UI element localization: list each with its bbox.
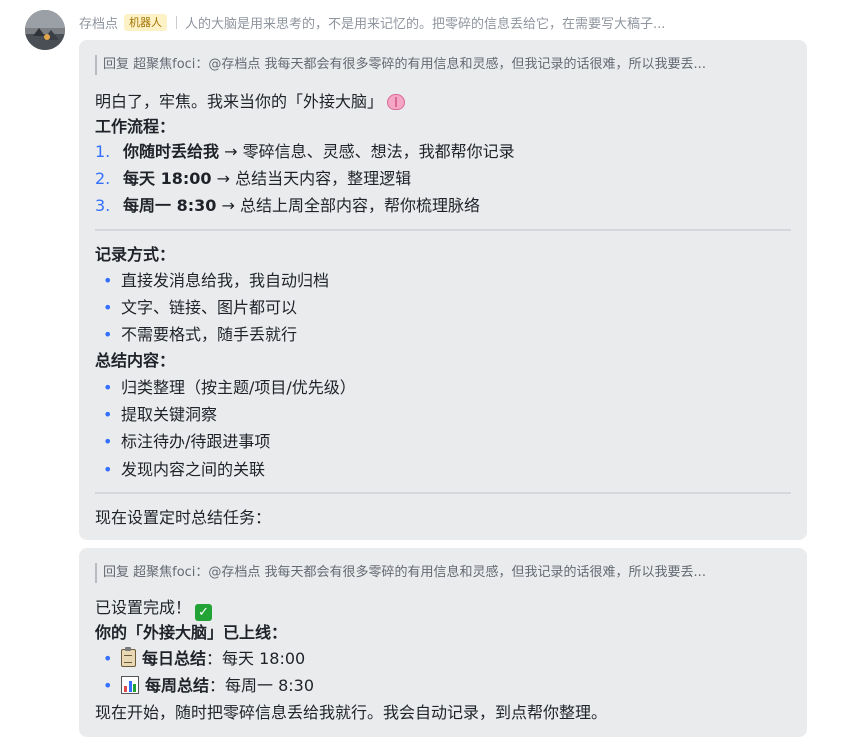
- record-item: • 不需要格式，随手丢就行: [95, 323, 791, 347]
- record-item: • 文字、链接、图片都可以: [95, 296, 791, 320]
- bullet: •: [103, 298, 113, 317]
- done-text: 已设置完成！: [95, 598, 192, 617]
- bullet: •: [103, 325, 113, 344]
- message-preview[interactable]: 人的大脑是用来思考的，不是用来记忆的。把零碎的信息丢给它，在需要写大稿子...: [185, 13, 665, 32]
- bullet: •: [103, 378, 113, 397]
- message-bubble-1[interactable]: 回复 超聚焦foci：@存档点 我每天都会有很多零碎的有用信息和灵感，但我记录的…: [79, 40, 807, 540]
- record-text: 文字、链接、图片都可以: [121, 298, 298, 317]
- bar-chart-icon: [121, 676, 139, 694]
- record-text: 直接发消息给我，我自动归档: [121, 271, 330, 290]
- bullet: •: [103, 432, 113, 451]
- summary-item: • 提取关键洞察: [95, 403, 791, 427]
- schedule-text: ：每天 18:00: [206, 649, 306, 668]
- bullet: •: [103, 405, 113, 424]
- bullet: •: [103, 271, 113, 290]
- summary-text: 标注待办/待跟进事项: [121, 432, 271, 451]
- workflow-title: 工作流程：: [95, 117, 176, 136]
- workflow-bold: 每天 18:00: [123, 169, 212, 188]
- closing-text: 现在开始，随时把零碎信息丢给我就行。我会自动记录，到点帮你整理。: [95, 703, 608, 722]
- workflow-item: 1. 你随时丢给我 → 零碎信息、灵感、想法，我都帮你记录: [95, 140, 791, 164]
- workflow-text: → 总结当天内容，整理逻辑: [211, 169, 412, 188]
- list-number: 2.: [95, 169, 111, 188]
- bot-badge: 机器人: [124, 13, 168, 31]
- schedule-item: • 每日总结：每天 18:00: [95, 647, 791, 671]
- workflow-text: → 零碎信息、灵感、想法，我都帮你记录: [219, 142, 515, 161]
- workflow-bold: 每周一 8:30: [123, 196, 217, 215]
- list-number: 1.: [95, 142, 111, 161]
- summary-text: 提取关键洞察: [121, 405, 218, 424]
- workflow-item: 3. 每周一 8:30 → 总结上周全部内容，帮你梳理脉络: [95, 194, 791, 218]
- check-icon: ✓: [195, 604, 213, 621]
- bubble-footer: 现在设置定时总结任务：: [95, 508, 272, 527]
- avatar[interactable]: [25, 10, 65, 50]
- schedule-item: • 每周总结：每周一 8:30: [95, 674, 791, 698]
- done-line: 已设置完成！ ✓: [95, 596, 791, 621]
- workflow-text: → 总结上周全部内容，帮你梳理脉络: [216, 196, 480, 215]
- reply-quote[interactable]: 回复 超聚焦foci：@存档点 我每天都会有很多零碎的有用信息和灵感，但我记录的…: [95, 563, 791, 583]
- schedule-bold: 每日总结: [142, 649, 207, 668]
- schedule-text: ：每周一 8:30: [209, 676, 315, 695]
- message-bubble-2[interactable]: 回复 超聚焦foci：@存档点 我每天都会有很多零碎的有用信息和灵感，但我记录的…: [79, 548, 807, 737]
- bullet: •: [103, 649, 113, 668]
- summary-item: • 发现内容之间的关联: [95, 458, 791, 482]
- intro-line: 明白了，牢焦。我来当你的「外接大脑」: [95, 90, 791, 114]
- intro-text: 明白了，牢焦。我来当你的「外接大脑」: [95, 92, 384, 111]
- record-text: 不需要格式，随手丢就行: [121, 325, 298, 344]
- clipboard-icon: [121, 647, 136, 667]
- section-divider: [95, 229, 791, 231]
- summary-item: • 归类整理（按主题/项目/优先级）: [95, 376, 791, 400]
- record-item: • 直接发消息给我，我自动归档: [95, 269, 791, 293]
- summary-text: 发现内容之间的关联: [121, 460, 266, 479]
- list-number: 3.: [95, 196, 111, 215]
- reply-quote[interactable]: 回复 超聚焦foci：@存档点 我每天都会有很多零碎的有用信息和灵感，但我记录的…: [95, 55, 791, 75]
- schedule-bold: 每周总结: [145, 676, 210, 695]
- message-header: 存档点 机器人 人的大脑是用来思考的，不是用来记忆的。把零碎的信息丢给它，在需要…: [79, 12, 809, 32]
- sender-name[interactable]: 存档点: [79, 13, 118, 32]
- bullet: •: [103, 676, 113, 695]
- section-divider: [95, 492, 791, 494]
- header-divider: [176, 15, 178, 29]
- summary-text: 归类整理（按主题/项目/优先级）: [121, 378, 356, 397]
- avatar-image: [25, 10, 65, 50]
- online-title: 你的「外接大脑」已上线：: [95, 623, 288, 642]
- record-title: 记录方式：: [95, 245, 176, 264]
- summary-item: • 标注待办/待跟进事项: [95, 430, 791, 454]
- workflow-item: 2. 每天 18:00 → 总结当天内容，整理逻辑: [95, 167, 791, 191]
- workflow-bold: 你随时丢给我: [123, 142, 220, 161]
- summary-title: 总结内容：: [95, 351, 176, 370]
- brain-icon: [387, 94, 406, 110]
- bullet: •: [103, 460, 113, 479]
